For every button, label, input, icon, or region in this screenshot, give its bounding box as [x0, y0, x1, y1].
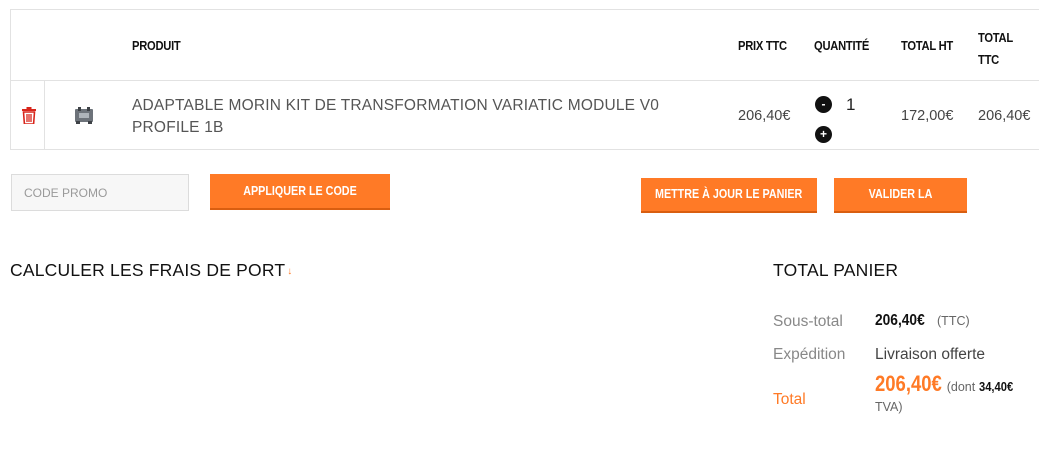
product-name[interactable]: ADAPTABLE MORIN KIT DE TRANSFORMATION VA…: [132, 95, 722, 139]
cart-totals-title: TOTAL PANIER: [773, 260, 899, 280]
update-cart-button[interactable]: METTRE À JOUR LE PANIER: [641, 178, 817, 213]
product-total-ttc: 206,40€: [978, 108, 1031, 124]
apply-promo-label: APPLIQUER LE CODE PROMO: [243, 184, 357, 232]
shipping-calculator-toggle[interactable]: CALCULER LES FRAIS DE PORT ↓: [10, 260, 292, 281]
total-value-group: 206,40€ (dont 34,40€ TVA): [875, 371, 1039, 417]
validate-order-label: VALIDER LA COMMANDE: [868, 187, 933, 234]
delete-cell: [11, 81, 45, 150]
header-quantity: QUANTITÉ: [814, 38, 870, 53]
total-tva-value: 34,40€: [979, 379, 1014, 394]
header-total-ttc: TOTAL TTC: [978, 30, 1013, 67]
validate-order-button[interactable]: VALIDER LA COMMANDE: [834, 178, 967, 234]
header-price-ttc: PRIX TTC: [738, 38, 787, 53]
arrow-down-icon: ↓: [287, 265, 293, 277]
subtotal-value-group: 206,40€ (TTC): [875, 312, 970, 330]
apply-promo-button[interactable]: APPLIQUER LE CODE PROMO: [210, 174, 390, 232]
subtotal-value: 206,40€: [875, 312, 925, 329]
product-price-ttc: 206,40€: [738, 108, 791, 124]
product-thumbnail[interactable]: [73, 104, 95, 126]
trash-icon[interactable]: [22, 107, 36, 124]
header-total-ht: TOTAL HT: [901, 38, 953, 53]
subtotal-note: (TTC): [937, 314, 970, 328]
quantity-decrease-button[interactable]: -: [815, 96, 832, 113]
table-row: ADAPTABLE MORIN KIT DE TRANSFORMATION VA…: [11, 81, 1039, 150]
total-note-prefix: (dont: [946, 380, 976, 394]
subtotal-label: Sous-total: [773, 313, 843, 330]
shipping-title: CALCULER LES FRAIS DE PORT: [10, 260, 286, 280]
product-total-ht: 172,00€: [901, 108, 954, 124]
promo-code-input[interactable]: [11, 174, 189, 211]
total-label: Total: [773, 391, 806, 408]
quantity-increase-button[interactable]: +: [815, 126, 832, 143]
cart-table: PRODUIT PRIX TTC QUANTITÉ TOTAL HT TOTAL…: [10, 9, 1039, 150]
total-value: 206,40€: [875, 371, 942, 396]
shipping-value: Livraison offerte: [875, 346, 985, 363]
cart-table-header: PRODUIT PRIX TTC QUANTITÉ TOTAL HT TOTAL…: [11, 10, 1039, 81]
total-note-suffix: TVA): [875, 400, 903, 414]
quantity-value[interactable]: 1: [846, 95, 855, 115]
update-cart-label: METTRE À JOUR LE PANIER: [655, 187, 803, 201]
header-product: PRODUIT: [132, 38, 181, 53]
shipping-label: Expédition: [773, 346, 846, 363]
